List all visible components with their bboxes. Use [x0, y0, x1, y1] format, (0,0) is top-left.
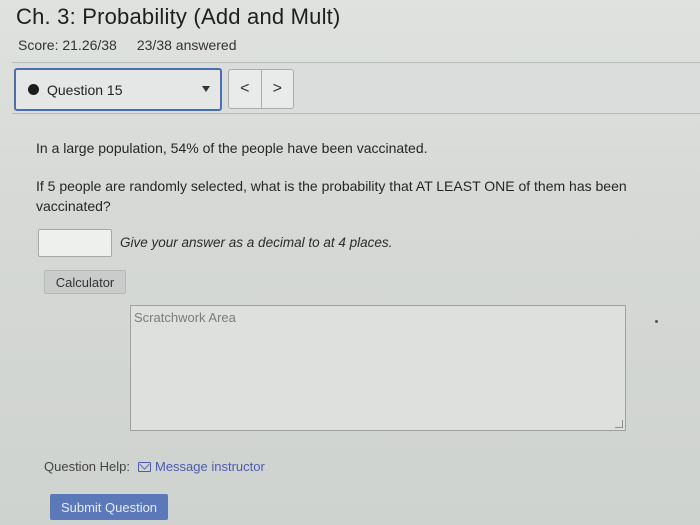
answer-hint: Give your answer as a decimal to at 4 pl…	[120, 235, 393, 250]
chevron-down-icon	[202, 86, 210, 92]
submit-question-button[interactable]: Submit Question	[50, 494, 168, 520]
calculator-button[interactable]: Calculator	[44, 270, 126, 294]
answer-input[interactable]	[38, 229, 112, 257]
question-text-prompt: If 5 people are randomly selected, what …	[36, 178, 627, 214]
mail-icon	[138, 461, 151, 472]
score-text: Score: 21.26/38	[18, 37, 117, 53]
question-help-label: Question Help:	[44, 459, 130, 474]
resize-grip-icon[interactable]	[615, 420, 623, 428]
message-instructor-link[interactable]: Message instructor	[138, 459, 265, 474]
assignment-title: Ch. 3: Probability (Add and Mult)	[16, 4, 341, 29]
question-select-dropdown[interactable]: Question 15	[14, 68, 222, 111]
next-question-button[interactable]: >	[260, 70, 294, 108]
answered-count: 23/38 answered	[136, 37, 237, 53]
side-dot	[655, 320, 658, 323]
question-status-dot-icon	[28, 84, 39, 95]
page: Ch. 3: Probability (Add and Mult) Score:…	[0, 0, 700, 525]
question-text-intro: In a large population, 54% of the people…	[36, 140, 428, 156]
question-nav-buttons: < >	[228, 69, 294, 109]
previous-question-button[interactable]: <	[229, 70, 261, 108]
question-select-label: Question 15	[47, 81, 123, 98]
score-line: Score: 21.26/38 23/38 answered	[18, 37, 237, 53]
question-help-row: Question Help: Message instructor	[44, 459, 265, 474]
scratchwork-area[interactable]: Scratchwork Area	[130, 305, 626, 431]
message-instructor-label: Message instructor	[155, 459, 265, 474]
scratchwork-placeholder: Scratchwork Area	[134, 310, 236, 325]
